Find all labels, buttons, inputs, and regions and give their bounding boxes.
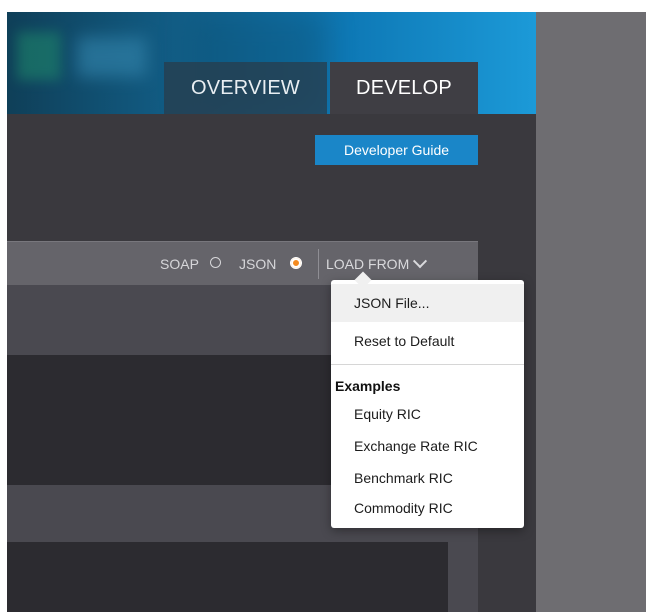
developer-guide-button[interactable]: Developer Guide: [315, 135, 478, 165]
banner-decoration: [17, 32, 61, 80]
tab-overview[interactable]: OVERVIEW: [164, 62, 327, 114]
json-radio[interactable]: [290, 257, 302, 269]
soap-radio[interactable]: [210, 257, 221, 268]
toolbar-divider: [318, 249, 319, 279]
load-from-menu: JSON File... Reset to Default Examples E…: [331, 280, 524, 528]
menu-item-benchmark-ric[interactable]: Benchmark RIC: [331, 464, 524, 492]
menu-item-exchange-rate-ric[interactable]: Exchange Rate RIC: [331, 432, 524, 460]
soap-label: SOAP: [160, 256, 199, 272]
tab-develop[interactable]: DEVELOP: [330, 62, 478, 114]
load-from-label: LOAD FROM: [326, 256, 410, 272]
app-window: OVERVIEW DEVELOP Developer Guide SOAP JS…: [0, 0, 646, 612]
menu-item-reset-default[interactable]: Reset to Default: [331, 322, 524, 360]
examples-heading: Examples: [335, 378, 401, 394]
menu-item-json-file[interactable]: JSON File...: [331, 284, 524, 322]
menu-item-equity-ric[interactable]: Equity RIC: [331, 400, 524, 428]
chevron-down-icon: [413, 254, 428, 269]
menu-item-commodity-ric[interactable]: Commodity RIC: [331, 494, 524, 522]
json-label: JSON: [239, 256, 277, 272]
side-panel: [536, 12, 646, 612]
menu-divider: [331, 364, 524, 365]
banner-decoration: [77, 37, 147, 77]
response-editor[interactable]: [7, 542, 448, 612]
